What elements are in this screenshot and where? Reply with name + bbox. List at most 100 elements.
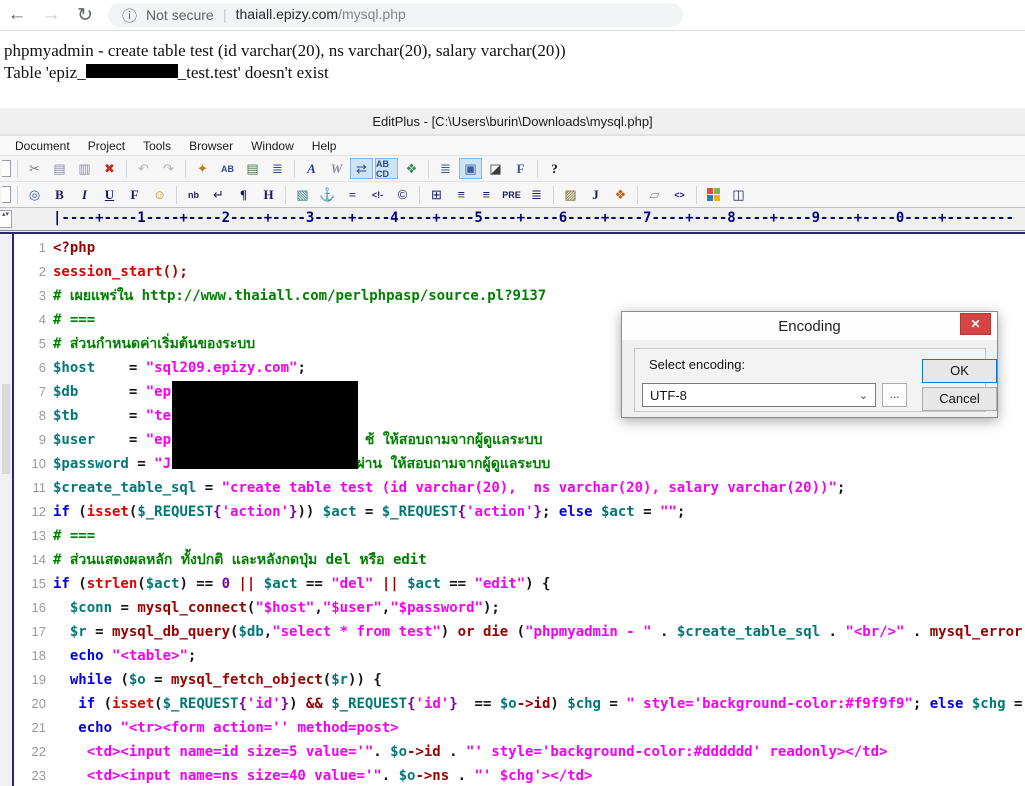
browse-encodings-button[interactable]: ... xyxy=(882,383,907,407)
window-title-bar[interactable]: EditPlus - [C:\Users\burin\Downloads\mys… xyxy=(0,108,1025,135)
find-icon[interactable]: ✦ xyxy=(191,158,214,179)
reload-icon[interactable]: ↻ xyxy=(68,4,102,27)
toolbar-separator xyxy=(294,159,295,178)
encoding-combobox[interactable]: UTF-8 ⌄ xyxy=(642,383,876,407)
script-tag-icon[interactable]: ▨ xyxy=(559,184,582,205)
ruler-scale: |----+----1----+----2----+----3----+----… xyxy=(53,210,1014,226)
list-tag-icon[interactable]: ≣ xyxy=(525,184,548,205)
stamp-icon[interactable]: ❖ xyxy=(400,158,423,179)
dialog-title: Encoding xyxy=(778,317,841,335)
horizontal-rule-icon[interactable]: = xyxy=(341,184,364,205)
toolbar-separator xyxy=(553,185,554,204)
image-tag-icon[interactable]: ▧ xyxy=(291,184,314,205)
line-number: 20 xyxy=(31,696,46,711)
toolbar-main: ✂ ▤ ▥ ✖ ↶ ↷ ✦ AB ▤ ≣ A W ⇄ AB CD ❖ ≣ ▣ ◪ F? xyxy=(0,156,1025,182)
toolbar-separator xyxy=(428,159,429,178)
preformatted-icon[interactable]: PRE xyxy=(500,184,523,205)
code-line: 3 # เผยแพร่ใน http://www.thaiall.com/perl… xyxy=(16,284,1025,308)
side-panel-icon[interactable]: ▣ xyxy=(459,158,482,179)
code-line: 19 while ($o = mysql_fetch_object($r)) { xyxy=(16,668,1025,692)
code-line-text: $create_table_sql = "create table test (… xyxy=(53,480,846,496)
menu-project[interactable]: Project xyxy=(79,139,134,153)
windows-colors-icon[interactable] xyxy=(702,184,725,205)
delete-icon[interactable]: ✖ xyxy=(98,158,121,179)
browser-preview-icon[interactable]: ◎ xyxy=(23,184,46,205)
code-line-text: # เผยแพร่ใน http://www.thaiall.com/perlp… xyxy=(53,288,547,304)
redo-icon[interactable]: ↷ xyxy=(157,158,180,179)
code-line-text: $r = mysql_db_query($db,"select * from t… xyxy=(69,624,1025,640)
editplus-window: EditPlus - [C:\Users\burin\Downloads\mys… xyxy=(0,108,1025,786)
code-line-text: # ส่วนกำหนดค่าเริ่มต้นของระบบ xyxy=(53,336,256,352)
code-line-text: # === xyxy=(53,312,96,328)
underline-icon[interactable]: U xyxy=(98,184,121,205)
java-applet-icon[interactable]: J xyxy=(584,184,607,205)
line-break-icon[interactable]: ↵ xyxy=(207,184,230,205)
emoticon-icon[interactable]: ☺ xyxy=(148,184,171,205)
toolbar-separator xyxy=(17,185,18,204)
info-icon[interactable]: ⓘ xyxy=(122,5,137,26)
special-char-icon[interactable]: © xyxy=(391,184,414,205)
paste-icon[interactable]: ▥ xyxy=(73,158,96,179)
code-line-text: if (isset($_REQUEST{'id'}) && $_REQUEST{… xyxy=(78,696,1023,712)
line-number: 14 xyxy=(31,552,46,567)
align-center-icon[interactable]: ≡ xyxy=(450,184,473,205)
code-line-text: <td><input name=ns size=40 value='". $o-… xyxy=(86,768,593,784)
menu-window[interactable]: Window xyxy=(242,139,303,153)
back-icon[interactable]: ← xyxy=(0,4,34,26)
code-line: 9 $user = "epiz ช้ ให้สอบถามจากผู้ดูแลระบ… xyxy=(16,428,1025,452)
code-line-text: $host = "sql209.epizy.com"; xyxy=(53,360,306,376)
code-line-text: while ($o = mysql_fetch_object($r)) { xyxy=(69,672,382,688)
toolbar-separator xyxy=(696,185,697,204)
screenshot-root: ← → ↻ ⓘ Not secure | thaiall.epizy.com/m… xyxy=(0,0,1025,786)
code-line: 17 $r = mysql_db_query($db,"select * fro… xyxy=(16,620,1025,644)
function-list-icon[interactable]: F xyxy=(509,158,532,179)
paragraph-icon[interactable]: ¶ xyxy=(232,184,255,205)
address-bar[interactable]: ⓘ Not secure | thaiall.epizy.com/mysql.p… xyxy=(108,3,683,27)
line-number: 4 xyxy=(38,312,46,327)
menu-tools[interactable]: Tools xyxy=(134,139,180,153)
page-output-line2: Table 'epiz_ _test.test' doesn't exist xyxy=(0,62,1025,84)
cancel-button[interactable]: Cancel xyxy=(922,387,997,411)
italic-icon[interactable]: I xyxy=(73,184,96,205)
cut-icon[interactable]: ✂ xyxy=(23,158,46,179)
context-help-icon[interactable]: ? xyxy=(543,158,566,179)
line-number: 2 xyxy=(38,264,46,279)
menu-help[interactable]: Help xyxy=(303,139,346,153)
font-style-icon[interactable]: A xyxy=(300,158,323,179)
custom-tag-icon[interactable]: <> xyxy=(668,184,691,205)
forward-icon[interactable]: → xyxy=(34,4,68,26)
object-tag-icon[interactable]: ❖ xyxy=(609,184,632,205)
close-icon[interactable]: ✕ xyxy=(960,313,991,335)
output-window-icon[interactable]: ≣ xyxy=(434,158,457,179)
line-number: 9 xyxy=(38,432,46,447)
line-number: 15 xyxy=(31,576,46,591)
toolbar-separator xyxy=(176,185,177,204)
convert-case-icon[interactable]: AB CD xyxy=(375,158,398,179)
word-wrap-icon[interactable]: ⇄ xyxy=(350,158,373,179)
scrollbar-fragment[interactable] xyxy=(2,384,10,474)
url-host: thaiall.epizy.com xyxy=(235,6,339,22)
table-tag-icon[interactable]: ⊞ xyxy=(425,184,448,205)
insert-list-icon[interactable]: ≣ xyxy=(266,158,289,179)
user-tool-icon[interactable]: ◪ xyxy=(484,158,507,179)
code-line: 13 # === xyxy=(16,524,1025,548)
menu-document[interactable]: Document xyxy=(6,139,79,153)
duplicate-icon[interactable]: ▤ xyxy=(241,158,264,179)
replace-icon[interactable]: AB xyxy=(216,158,239,179)
ok-button[interactable]: OK xyxy=(922,359,997,383)
menu-browser[interactable]: Browser xyxy=(180,139,242,153)
nonbreaking-space-icon[interactable]: nb xyxy=(182,184,205,205)
align-right-icon[interactable]: ≡ xyxy=(475,184,498,205)
bold-icon[interactable]: B xyxy=(48,184,71,205)
font-tag-icon[interactable]: F xyxy=(123,184,146,205)
word-count-icon[interactable]: W xyxy=(325,158,348,179)
split-window-icon[interactable]: ◫ xyxy=(727,184,750,205)
dialog-title-bar[interactable]: Encoding ✕ xyxy=(622,312,997,340)
copy-icon[interactable]: ▤ xyxy=(48,158,71,179)
anchor-tag-icon[interactable]: ⚓ xyxy=(316,184,339,205)
comment-tag-icon[interactable]: <!- xyxy=(366,184,389,205)
heading-icon[interactable]: H xyxy=(257,184,280,205)
open-folder-icon[interactable]: ▱ xyxy=(643,184,666,205)
encoding-dialog: Encoding ✕ Select encoding: UTF-8 ⌄ ... … xyxy=(621,311,998,418)
undo-icon[interactable]: ↶ xyxy=(132,158,155,179)
